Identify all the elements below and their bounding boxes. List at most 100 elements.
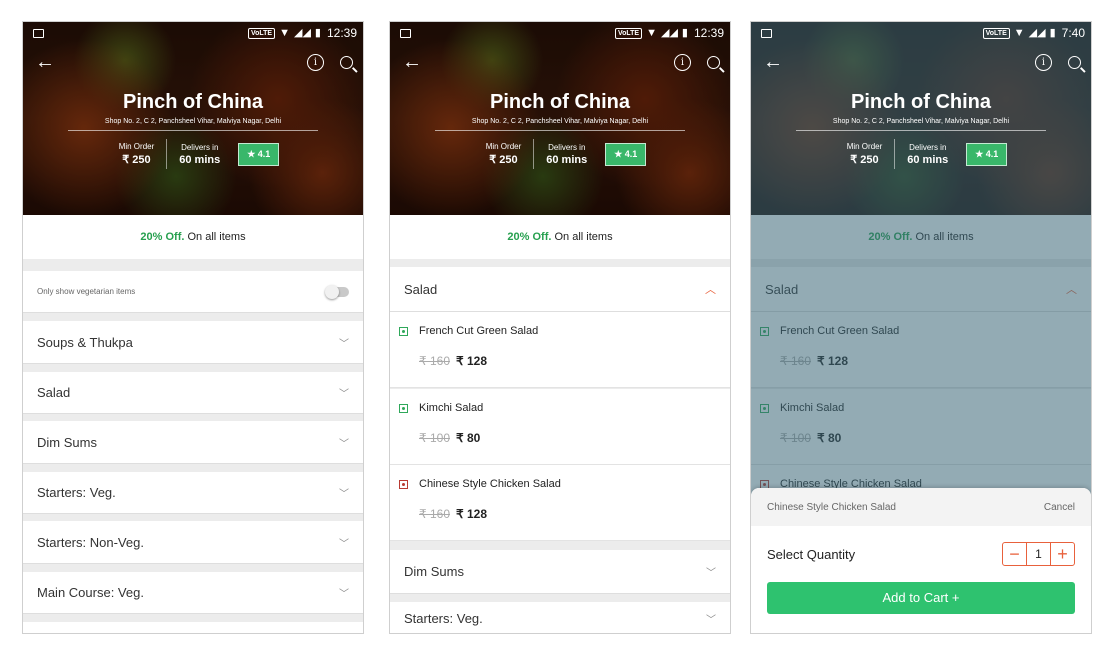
item-name: French Cut Green Salad (419, 325, 539, 337)
chevron-down-icon: ﹀ (339, 389, 349, 400)
quantity-bottom-sheet: Chinese Style Chicken Salad Cancel Selec… (751, 488, 1091, 633)
info-icon[interactable]: i (1035, 53, 1052, 71)
item-price: ₹ 80 (456, 431, 481, 445)
chevron-down-icon: ﹀ (339, 489, 349, 500)
category-starters-veg[interactable]: Starters: Veg. ﹀ (390, 602, 730, 633)
increment-button[interactable]: + (1051, 543, 1074, 565)
delivery-time: Delivers in 60 mins (179, 142, 221, 166)
quantity-stepper: − 1 + (1002, 542, 1075, 566)
item-original-price: ₹ 160 (419, 354, 450, 368)
non-veg-indicator-icon (399, 480, 408, 489)
status-bar: VoLTE ▼ ◢◢ ▮ 7:40 (751, 22, 1091, 44)
status-bar: VoLTE ▼ ◢◢ ▮ 12:39 (23, 22, 363, 44)
restaurant-address: Shop No. 2, C 2, Panchsheel Vihar, Malvi… (832, 118, 1010, 125)
back-arrow-icon[interactable]: ← (402, 52, 422, 72)
rating-badge: ★ 4.1 (966, 142, 1008, 166)
min-order: Min Order ₹ 250 (118, 142, 155, 166)
restaurant-name: Pinch of China (851, 91, 991, 113)
screen-menu-collapsed: VoLTE ▼ ◢◢ ▮ 12:39 ← i Pinch of China Sh… (22, 21, 364, 634)
category-soups[interactable]: Soups & Thukpa ﹀ (23, 321, 363, 364)
signal-icon: ◢◢ (293, 26, 311, 39)
veg-indicator-icon (399, 327, 408, 336)
search-icon[interactable] (1068, 55, 1081, 69)
delivery-time: Delivers in 60 mins (546, 142, 588, 166)
restaurant-header: VoLTE ▼ ◢◢ ▮ 12:39 ← i Pinch of China Sh… (390, 22, 730, 215)
search-icon[interactable] (340, 55, 353, 69)
rating-badge: ★ 4.1 (605, 142, 647, 166)
category-salad[interactable]: Salad ﹀ (23, 372, 363, 414)
category-dim-sums[interactable]: Dim Sums ﹀ (390, 550, 730, 594)
min-order: Min Order ₹ 250 (485, 142, 522, 166)
volte-icon: VoLTE (614, 27, 643, 39)
menu-item[interactable]: Kimchi Salad ₹ 100 ₹ 80 (390, 389, 730, 465)
decrement-button[interactable]: − (1003, 543, 1026, 565)
chevron-down-icon: ﹀ (339, 538, 349, 550)
rating-badge: ★ 4.1 (238, 142, 280, 166)
category-next[interactable] (23, 622, 363, 633)
veg-toggle[interactable] (325, 284, 349, 299)
clock: 7:40 (1061, 26, 1085, 40)
item-name: Chinese Style Chicken Salad (419, 478, 561, 490)
clock: 12:39 (693, 26, 724, 40)
gallery-notification-icon (761, 28, 772, 38)
item-original-price: ₹ 100 (419, 431, 450, 445)
category-salad-expanded[interactable]: Salad︿ (390, 267, 730, 312)
battery-icon: ▮ (1049, 26, 1056, 39)
offer-banner: 20% Off. On all items (390, 215, 730, 259)
wifi-icon: ▼ (279, 26, 290, 39)
back-arrow-icon[interactable]: ← (763, 52, 783, 72)
menu-item[interactable]: French Cut Green Salad ₹ 160 ₹ 128 (390, 312, 730, 388)
chevron-down-icon: ﹀ (339, 338, 349, 350)
chevron-down-icon: ﹀ (706, 568, 716, 579)
back-arrow-icon[interactable]: ← (35, 52, 55, 72)
gallery-notification-icon (400, 28, 411, 38)
category-main-course-veg[interactable]: Main Course: Veg. ﹀ (23, 572, 363, 614)
add-to-cart-button[interactable]: Add to Cart + (767, 582, 1075, 614)
signal-icon: ◢◢ (660, 26, 678, 39)
divider (68, 130, 318, 131)
select-quantity-label: Select Quantity (767, 546, 856, 562)
search-icon[interactable] (707, 55, 720, 69)
chevron-down-icon: ﹀ (339, 438, 349, 450)
menu-item[interactable]: Chinese Style Chicken Salad ₹ 160 ₹ 128 (390, 465, 730, 541)
chevron-down-icon: ﹀ (339, 589, 349, 600)
delivery-time: Delivers in 60 mins (907, 142, 949, 166)
restaurant-name: Pinch of China (490, 91, 630, 113)
gallery-notification-icon (33, 28, 44, 38)
veg-filter-row: Only show vegetarian items (23, 271, 363, 313)
battery-icon: ▮ (681, 26, 688, 39)
veg-filter-label: Only show vegetarian items (37, 287, 136, 296)
restaurant-header: VoLTE ▼ ◢◢ ▮ 12:39 ← i Pinch of China Sh… (23, 22, 363, 215)
item-price: ₹ 128 (456, 354, 487, 368)
info-icon[interactable]: i (307, 53, 324, 71)
wifi-icon: ▼ (646, 26, 657, 39)
status-bar: VoLTE ▼ ◢◢ ▮ 12:39 (390, 22, 730, 44)
sheet-item-name: Chinese Style Chicken Salad (767, 501, 896, 513)
restaurant-name: Pinch of China (123, 91, 263, 113)
category-dim-sums[interactable]: Dim Sums ﹀ (23, 421, 363, 464)
info-icon[interactable]: i (674, 53, 691, 71)
min-order: Min Order ₹ 250 (846, 142, 883, 166)
screen-salad-expanded: VoLTE ▼ ◢◢ ▮ 12:39 ← i Pinch of China Sh… (389, 21, 731, 634)
screen-quantity-sheet: VoLTE ▼ ◢◢ ▮ 7:40 ← i Pinch of China Sho… (750, 21, 1092, 634)
chevron-up-icon: ︿ (705, 284, 716, 296)
volte-icon: VoLTE (982, 27, 1010, 39)
wifi-icon: ▼ (1013, 26, 1025, 39)
divider (435, 130, 685, 131)
clock: 12:39 (326, 26, 357, 40)
veg-indicator-icon (399, 404, 408, 413)
chevron-down-icon: ﹀ (706, 615, 716, 626)
item-price: ₹ 128 (456, 507, 487, 521)
category-starters-veg[interactable]: Starters: Veg. ﹀ (23, 472, 363, 514)
restaurant-address: Shop No. 2, C 2, Panchsheel Vihar, Malvi… (104, 118, 282, 125)
item-original-price: ₹ 160 (419, 507, 450, 521)
divider (796, 130, 1046, 131)
restaurant-address: Shop No. 2, C 2, Panchsheel Vihar, Malvi… (471, 118, 649, 125)
offer-banner: 20% Off. On all items (23, 215, 363, 259)
item-name: Kimchi Salad (419, 402, 484, 414)
volte-icon: VoLTE (247, 27, 276, 39)
cancel-button[interactable]: Cancel (1044, 502, 1075, 513)
category-starters-non-veg[interactable]: Starters: Non-Veg. ﹀ (23, 521, 363, 564)
signal-icon: ◢◢ (1028, 26, 1046, 39)
battery-icon: ▮ (314, 26, 321, 39)
